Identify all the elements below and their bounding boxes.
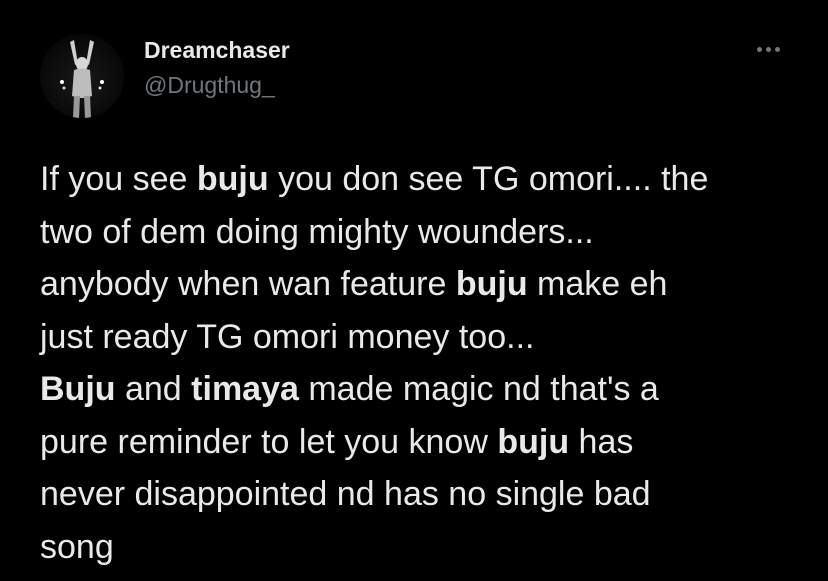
tweet-text-segment: make eh — [527, 265, 668, 303]
tweet-text-line: never disappointed nd has no single bad — [40, 468, 810, 521]
tweet-text-bold-segment: buju — [196, 160, 269, 198]
tweet-text-line: song — [40, 521, 810, 574]
tweet-card: Dreamchaser @Drugthug_ If you see buju y… — [0, 0, 828, 581]
tweet-text-line: pure reminder to let you know buju has — [40, 416, 810, 469]
more-horizontal-icon — [756, 46, 762, 52]
tweet-text-segment: never disappointed nd has no single bad — [40, 475, 651, 513]
tweet-text-segment: two of dem doing mighty wounders... — [40, 212, 594, 251]
tweet-text: If you see buju you don see TG omori....… — [40, 153, 810, 573]
tweet-text-line: If you see buju you don see TG omori....… — [40, 153, 810, 206]
tweet-text-segment: If you see — [40, 160, 197, 198]
tweet-text-line: anybody when wan feature buju make eh — [40, 258, 810, 311]
avatar[interactable] — [40, 34, 124, 118]
more-horizontal-icon — [765, 46, 771, 52]
profile-photo-icon — [40, 34, 124, 118]
tweet-text-line: two of dem doing mighty wounders... — [40, 206, 810, 259]
tweet-text-segment: pure reminder to let you know — [40, 422, 498, 461]
tweet-text-segment: made magic nd that's a — [298, 370, 659, 408]
tweet-text-bold-segment: buju — [497, 422, 570, 461]
more-options-button[interactable] — [748, 34, 788, 64]
tweet-text-bold-segment: timaya — [191, 370, 299, 408]
tweet-text-segment: just ready TG omori money too... — [40, 317, 535, 356]
tweet-text-segment: anybody when wan feature — [40, 265, 456, 303]
tweet-text-segment: and — [115, 370, 192, 408]
tweet-text-line: just ready TG omori money too... — [40, 311, 810, 364]
tweet-text-segment: song — [40, 527, 114, 566]
tweet-text-segment: has — [569, 422, 634, 461]
tweet-text-segment: you don see TG omori.... the — [268, 160, 709, 198]
tweet-text-line: Buju and timaya made magic nd that's a — [40, 363, 810, 416]
tweet-text-bold-segment: buju — [455, 265, 528, 303]
author-handle[interactable]: @Drugthug_ — [144, 72, 275, 99]
author-name[interactable]: Dreamchaser — [144, 37, 290, 64]
tweet-text-bold-segment: Buju — [40, 370, 116, 408]
more-horizontal-icon — [774, 46, 780, 52]
